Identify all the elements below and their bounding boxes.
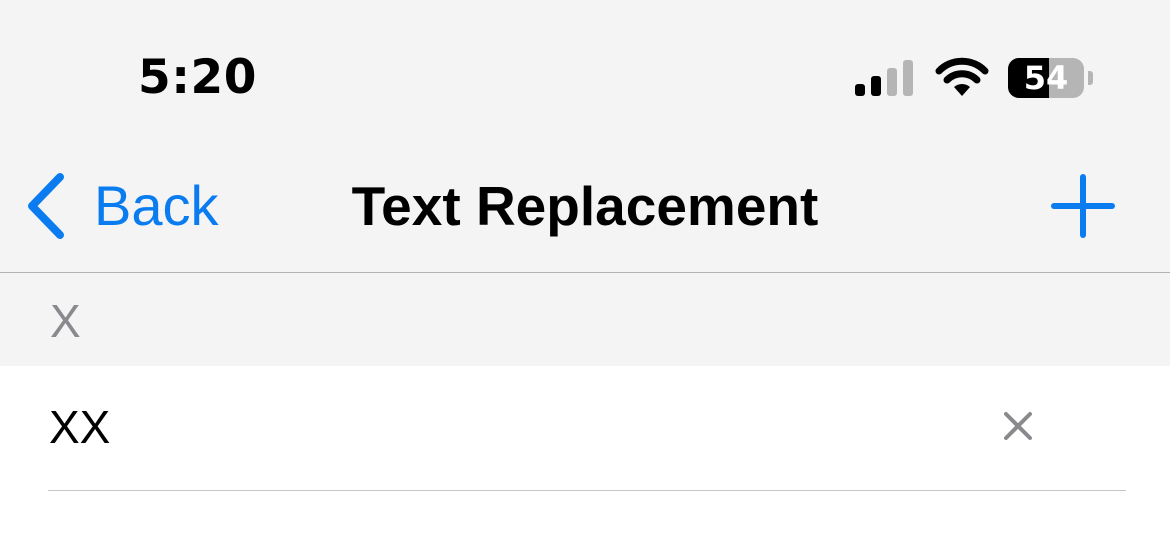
wifi-icon [935,57,989,96]
battery-icon: 54 [1008,58,1094,100]
battery-body: 54 [1008,58,1084,98]
status-time: 5:20 [138,50,257,105]
nav-divider [0,272,1170,273]
close-icon[interactable] [998,406,1038,446]
plus-icon[interactable] [1050,173,1116,239]
row-divider [48,490,1126,491]
list-item[interactable] [0,366,1170,491]
battery-percent: 54 [1023,59,1069,97]
section-header: X [50,295,81,347]
list-item-shortcut: XX [49,401,111,453]
cellular-signal-icon [855,60,913,96]
battery-cap [1088,71,1093,85]
page-title: Text Replacement [351,175,819,237]
